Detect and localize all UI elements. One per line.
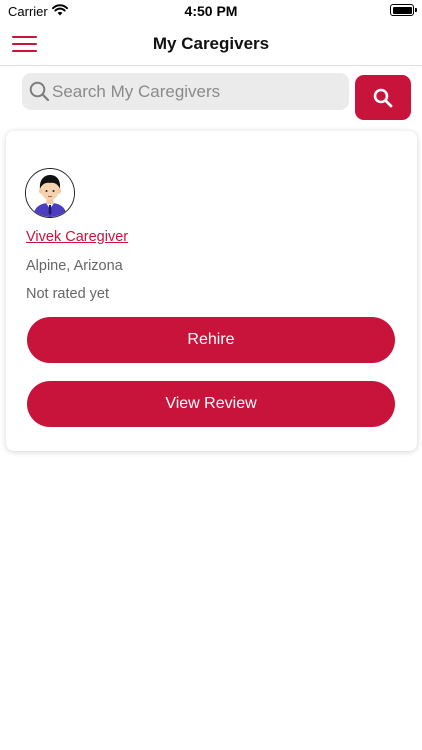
search-field[interactable] (22, 73, 349, 110)
battery-icon (390, 4, 417, 16)
navigation-bar: My Caregivers (0, 22, 422, 66)
search-icon (373, 88, 393, 108)
avatar-illustration (26, 169, 74, 217)
search-button[interactable] (355, 75, 411, 120)
user-avatar-icon (25, 168, 75, 218)
battery-nub (415, 8, 417, 12)
battery-fill (392, 6, 412, 14)
clock: 4:50 PM (184, 3, 238, 19)
caregiver-card: Vivek Caregiver Alpine, Arizona Not rate… (6, 131, 417, 451)
view-review-button[interactable]: View Review (27, 381, 395, 427)
rehire-button[interactable]: Rehire (27, 317, 395, 363)
search-icon (29, 81, 50, 102)
caregiver-location: Alpine, Arizona (26, 258, 123, 274)
status-bar: Carrier 4:50 PM (0, 0, 422, 22)
search-input[interactable] (52, 73, 342, 110)
caregiver-rating: Not rated yet (26, 286, 110, 302)
caregiver-name-link[interactable]: Vivek Caregiver (26, 229, 128, 245)
page-title: My Caregivers (152, 34, 270, 53)
